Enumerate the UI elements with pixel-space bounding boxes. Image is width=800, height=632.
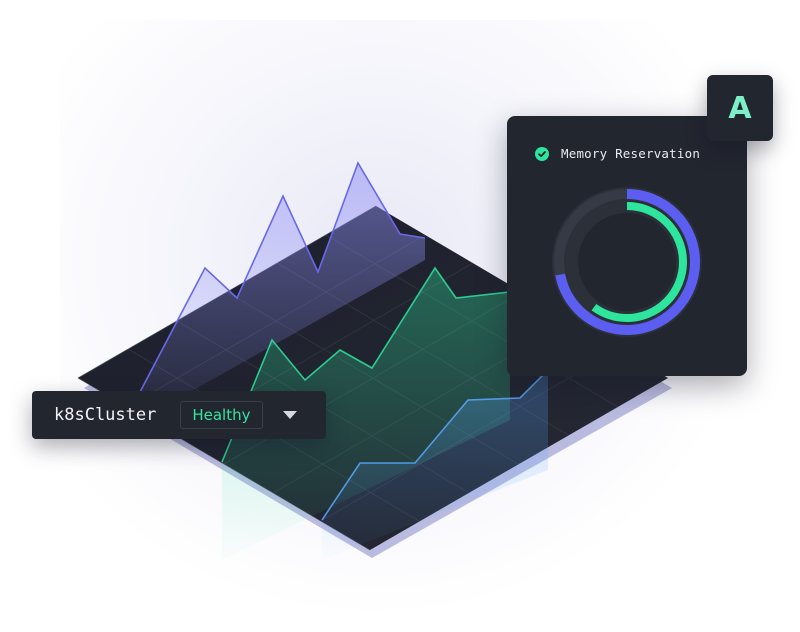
app-logo-badge: A: [707, 75, 773, 141]
memory-reservation-card[interactable]: Memory Reservation: [507, 116, 747, 376]
card-title: Memory Reservation: [561, 146, 701, 161]
cluster-name: k8sCluster: [54, 405, 157, 425]
cluster-selector[interactable]: k8sCluster Healthy: [32, 391, 326, 439]
chevron-down-icon[interactable]: [282, 411, 297, 419]
status-badge: Healthy: [180, 401, 263, 429]
card-header: Memory Reservation: [535, 146, 700, 161]
check-circle-icon: [535, 146, 549, 161]
memory-donut-chart: [552, 187, 702, 337]
